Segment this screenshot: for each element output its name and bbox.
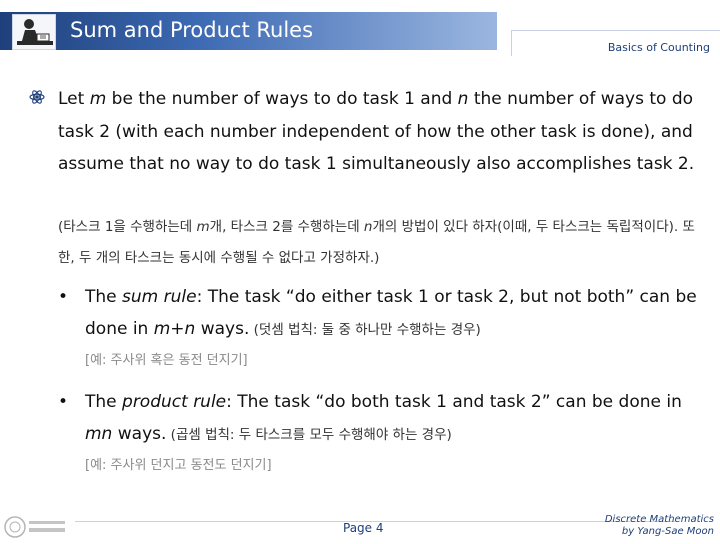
bullet-dot: • bbox=[58, 392, 69, 412]
product-rule-korean: (곱셈 법칙: 두 타스크를 모두 수행해야 하는 경우) bbox=[166, 427, 452, 443]
corner-divider-vertical bbox=[511, 30, 512, 56]
course-name: Discrete Mathematics bbox=[604, 514, 714, 525]
corner-divider bbox=[511, 30, 720, 31]
section-subtitle: Basics of Counting bbox=[607, 41, 710, 54]
footer-credit: Discrete Mathematics by Yang-Sae Moon bbox=[605, 514, 714, 538]
product-rule-text: The product rule: The task “do both task… bbox=[85, 386, 710, 481]
sum-rule-korean: (덧셈 법칙: 둘 중 하나만 수행하는 경우) bbox=[249, 322, 481, 338]
intro-paragraph: Let m be the number of ways to do task 1… bbox=[58, 89, 695, 174]
atom-bullet-icon bbox=[29, 89, 45, 105]
sum-rule-example: [예: 주사위 혹은 동전 던지기] bbox=[85, 353, 248, 368]
page-number: Page 4 bbox=[343, 521, 384, 535]
sum-rule-text: The sum rule: The task “do either task 1… bbox=[85, 281, 710, 376]
intro-korean-translation: (타스크 1을 수행하는데 m개, 타스크 2를 수행하는데 n개의 방법이 있… bbox=[58, 219, 695, 266]
bullet-dot: • bbox=[58, 287, 69, 307]
university-logo-icon bbox=[3, 514, 69, 540]
page-title: Sum and Product Rules bbox=[70, 18, 314, 42]
product-rule-example: [예: 주사위 던지고 동전도 던지기] bbox=[85, 458, 272, 473]
author-name: by Yang-Sae Moon bbox=[621, 526, 714, 537]
author-desk-icon bbox=[12, 14, 56, 50]
